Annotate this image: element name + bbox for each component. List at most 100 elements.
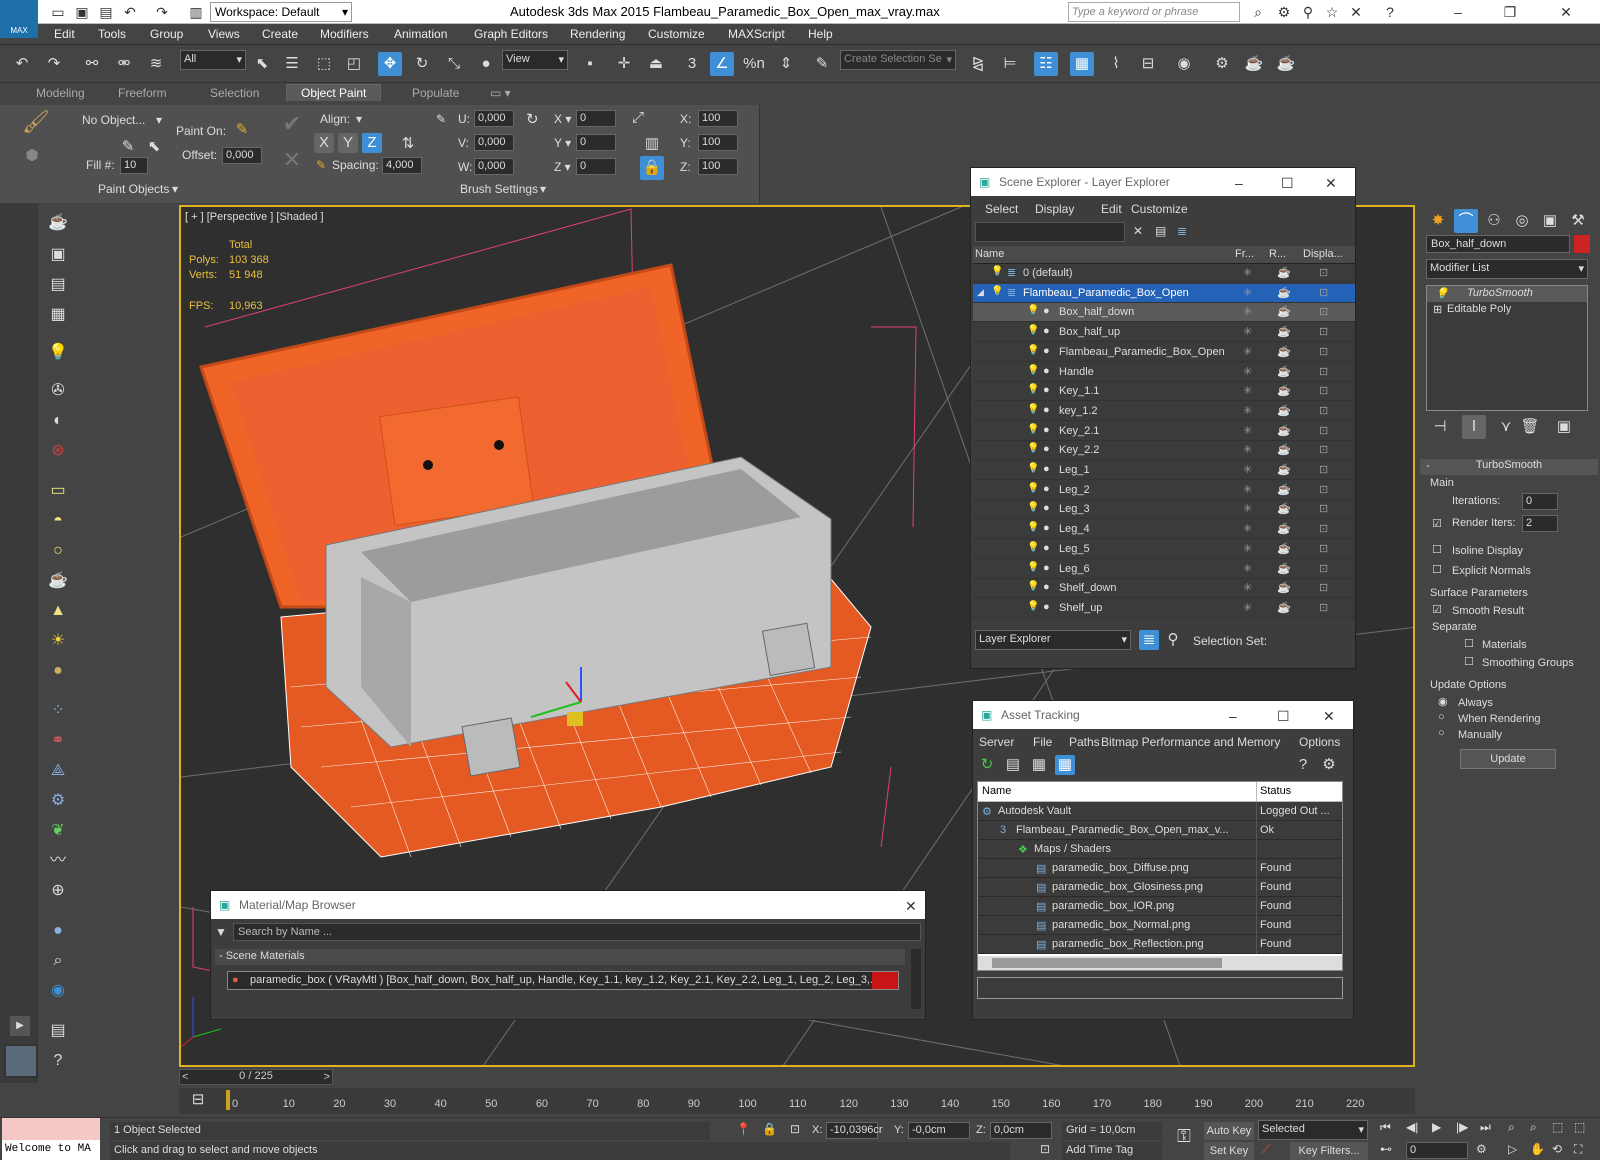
redo-icon[interactable]: ↷: [42, 52, 66, 76]
rot-z-field[interactable]: 0: [576, 158, 616, 175]
dynamics-icon[interactable]: ⚭: [46, 729, 70, 753]
grid-icon[interactable]: ▦: [46, 303, 70, 327]
menu-rendering[interactable]: Rendering: [570, 27, 625, 41]
at-hscroll-thumb[interactable]: [992, 958, 1222, 968]
pick-list-icon[interactable]: ⬉: [142, 135, 166, 159]
mini-viewport-icon[interactable]: [4, 1044, 38, 1078]
render-teapot-icon[interactable]: ☕: [1277, 424, 1291, 437]
rot-x-field[interactable]: 0: [576, 110, 616, 127]
go-start-icon[interactable]: ⏮: [1380, 1120, 1391, 1135]
sun-icon[interactable]: ☀: [46, 629, 70, 653]
materials-checkbox[interactable]: ☐: [1464, 637, 1474, 650]
grid-view-icon[interactable]: ▦: [1055, 755, 1075, 775]
smooth-result-checkbox[interactable]: ☑: [1432, 603, 1442, 616]
remove-modifier-icon[interactable]: 🗑: [1518, 415, 1542, 439]
close-icon[interactable]: ✕: [1325, 175, 1337, 192]
configure-sets-icon[interactable]: ▣: [1552, 415, 1576, 439]
scale-x-field[interactable]: 100: [698, 110, 738, 127]
offset-field[interactable]: 0,000: [222, 147, 262, 164]
make-unique-icon[interactable]: ⋎: [1494, 415, 1518, 439]
se-row[interactable]: 💡 ● Handle ✳ ☕ ⊡: [973, 363, 1355, 382]
freeze-icon[interactable]: ✳: [1243, 266, 1252, 279]
hierarchy-mode-icon[interactable]: ⚲: [1163, 630, 1183, 650]
pivot-icon[interactable]: ▪: [578, 52, 602, 76]
hierarchy-tab-icon[interactable]: ⚇: [1482, 209, 1506, 233]
time-tag-icon[interactable]: ⊡: [1040, 1142, 1050, 1156]
y-coord-field[interactable]: -0,0cm: [908, 1122, 970, 1139]
select-object-icon[interactable]: ⬉: [250, 52, 274, 76]
zoom-icon[interactable]: ⌕: [1508, 1120, 1515, 1135]
freeze-icon[interactable]: ✳: [1243, 404, 1252, 417]
material-editor-icon[interactable]: ◉: [1172, 52, 1196, 76]
display-icon[interactable]: ⊡: [1319, 325, 1328, 338]
render-teapot-icon[interactable]: ☕: [1277, 286, 1291, 299]
at-row[interactable]: ▤ paramedic_box_Diffuse.png Found: [978, 859, 1342, 878]
key-mode-dropdown[interactable]: Selected ▾: [1258, 1120, 1368, 1140]
object-color-swatch[interactable]: [1574, 235, 1590, 253]
col-freeze[interactable]: Fr...: [1235, 248, 1254, 260]
at-col-status[interactable]: Status: [1260, 785, 1291, 797]
pan-icon[interactable]: ✋: [1530, 1142, 1545, 1156]
absolute-mode-icon[interactable]: ⊡: [790, 1122, 800, 1136]
named-selection-dropdown[interactable]: Create Selection Se ▾: [840, 50, 956, 70]
isolate-icon[interactable]: 📍: [736, 1122, 751, 1136]
browser-options-icon[interactable]: ▼: [215, 925, 227, 939]
display-icon[interactable]: ⊡: [1319, 502, 1328, 515]
play-icon[interactable]: ▶: [1432, 1120, 1441, 1134]
render-teapot-icon[interactable]: ☕: [1277, 345, 1291, 358]
render-icon[interactable]: ◉: [46, 979, 70, 1003]
list-view-icon[interactable]: ▤: [1003, 755, 1023, 775]
menu-graph-editors[interactable]: Graph Editors: [474, 27, 548, 41]
col-name[interactable]: Name: [975, 248, 1004, 260]
menu-group[interactable]: Group: [150, 27, 183, 41]
menu-create[interactable]: Create: [262, 27, 298, 41]
se-row[interactable]: 💡 ● Leg_1 ✳ ☕ ⊡: [973, 461, 1355, 480]
render-teapot-icon[interactable]: ☕: [1277, 581, 1291, 594]
visibility-bulb-icon[interactable]: 💡: [1027, 483, 1039, 494]
tab-modeling[interactable]: Modeling: [36, 86, 85, 100]
xref-icon[interactable]: ⟁: [46, 759, 70, 783]
render-teapot-icon[interactable]: ☕: [1277, 404, 1291, 417]
render-iters-checkbox[interactable]: ☑: [1432, 517, 1442, 530]
brush-settings-group-label[interactable]: Brush Settings: [460, 182, 538, 196]
dome-icon[interactable]: ◓: [46, 509, 70, 533]
modifier-list-dropdown[interactable]: Modifier List ▾: [1426, 259, 1588, 279]
scene-explorer-titlebar[interactable]: ▣ Scene Explorer - Layer Explorer – ☐ ✕: [971, 168, 1355, 196]
mat-vscroll[interactable]: [911, 949, 921, 1009]
asset-tracking-titlebar[interactable]: ▣ Asset Tracking – ☐ ✕: [973, 701, 1353, 729]
ref-coord-dropdown[interactable]: View ▾: [502, 50, 568, 70]
workspace-dropdown[interactable]: Workspace: Default ▾: [210, 2, 352, 22]
visibility-bulb-icon[interactable]: 💡: [1027, 384, 1039, 395]
spacing-field[interactable]: 4,000: [382, 157, 422, 174]
bind-spacewarp-icon[interactable]: ≋: [144, 52, 168, 76]
grass-icon[interactable]: ❦: [46, 819, 70, 843]
display-icon[interactable]: ⊡: [1319, 345, 1328, 358]
visibility-bulb-icon[interactable]: 💡: [1027, 562, 1039, 573]
display-icon[interactable]: ⊡: [1319, 463, 1328, 476]
explicit-normals-checkbox[interactable]: ☐: [1432, 563, 1442, 576]
visibility-bulb-icon[interactable]: 💡: [1027, 424, 1039, 435]
display-icon[interactable]: ⊡: [1319, 365, 1328, 378]
hair-icon[interactable]: 〰: [46, 849, 70, 873]
at-menu-server[interactable]: Server: [979, 735, 1014, 749]
subscription-icon[interactable]: ⚙: [1274, 2, 1294, 22]
render-teapot-icon[interactable]: ☕: [1277, 266, 1291, 279]
tab-object-paint[interactable]: Object Paint: [286, 84, 382, 101]
x-coord-field[interactable]: -10,0396cr: [826, 1122, 883, 1139]
cone-icon[interactable]: ▲: [46, 599, 70, 623]
se-row[interactable]: 💡 ● Leg_3 ✳ ☕ ⊡: [973, 500, 1355, 520]
layer-mode-icon[interactable]: ≣: [1139, 630, 1159, 650]
sphere-blue-icon[interactable]: ●: [46, 919, 70, 943]
display-icon[interactable]: ⊡: [1319, 581, 1328, 594]
exchange-icon[interactable]: ✕: [1346, 2, 1366, 22]
at-row[interactable]: ⚙ Autodesk Vault Logged Out ...: [978, 802, 1342, 821]
paint-icon[interactable]: ▣: [46, 243, 70, 267]
at-menu-options[interactable]: Options: [1299, 735, 1340, 749]
tab-selection[interactable]: Selection: [210, 86, 259, 100]
go-end-icon[interactable]: ⏭: [1480, 1120, 1491, 1135]
show-end-result-icon[interactable]: Ⅰ: [1462, 415, 1486, 439]
display-icon[interactable]: ⊡: [1319, 542, 1328, 555]
spacing-icon[interactable]: ✎: [316, 158, 326, 172]
new-file-icon[interactable]: ▭: [48, 2, 68, 22]
utilities-tab-icon[interactable]: ⚒: [1566, 209, 1590, 233]
